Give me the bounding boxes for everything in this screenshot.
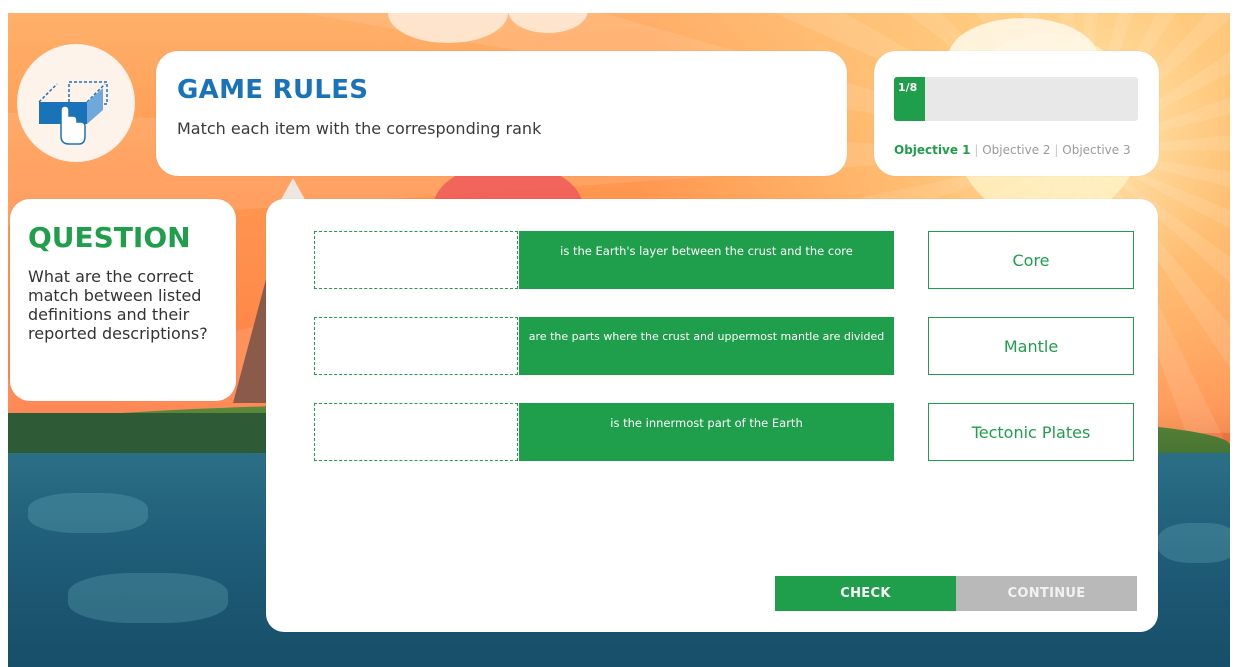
rules-text: Match each item with the corresponding r… (177, 119, 542, 138)
drop-slot[interactable] (314, 403, 518, 461)
drop-slot[interactable] (314, 231, 518, 289)
check-button[interactable]: CHECK (775, 576, 956, 611)
objective-3: Objective 3 (1062, 143, 1131, 157)
progress-bar: 1/8 (894, 77, 1138, 121)
answer-card-mantle[interactable]: Mantle (928, 317, 1134, 375)
matching-panel: is the Earth's layer between the crust a… (266, 199, 1158, 632)
sea-wave (28, 493, 148, 533)
question-panel: QUESTION What are the correct match betw… (10, 199, 236, 401)
rules-icon-circle (17, 44, 135, 162)
game-rules-panel: GAME RULES Match each item with the corr… (156, 51, 847, 176)
question-text: What are the correct match between liste… (28, 267, 208, 343)
objective-1: Objective 1 (894, 143, 971, 157)
answer-card-core[interactable]: Core (928, 231, 1134, 289)
definition-card: is the Earth's layer between the crust a… (519, 231, 894, 289)
question-title: QUESTION (28, 221, 191, 254)
rules-title: GAME RULES (177, 75, 369, 105)
progress-panel: 1/8 Objective 1 | Objective 2 | Objectiv… (874, 51, 1159, 176)
definition-card: are the parts where the crust and upperm… (519, 317, 894, 375)
answer-card-tectonic-plates[interactable]: Tectonic Plates (928, 403, 1134, 461)
objective-separator: | (974, 143, 979, 157)
sea-wave (1158, 523, 1230, 563)
sea-wave (68, 573, 228, 623)
continue-button[interactable]: CONTINUE (956, 576, 1137, 611)
objective-separator: | (1054, 143, 1059, 157)
match-row: is the Earth's layer between the crust a… (314, 231, 894, 289)
progress-label: 1/8 (898, 81, 918, 94)
objective-2: Objective 2 (982, 143, 1051, 157)
objectives-list: Objective 1 | Objective 2 | Objective 3 (894, 143, 1131, 157)
match-row: is the innermost part of the Earth (314, 403, 894, 461)
definition-card: is the innermost part of the Earth (519, 403, 894, 461)
drag-and-drop-hand-icon (38, 81, 108, 145)
drop-slot[interactable] (314, 317, 518, 375)
match-row: are the parts where the crust and upperm… (314, 317, 894, 375)
